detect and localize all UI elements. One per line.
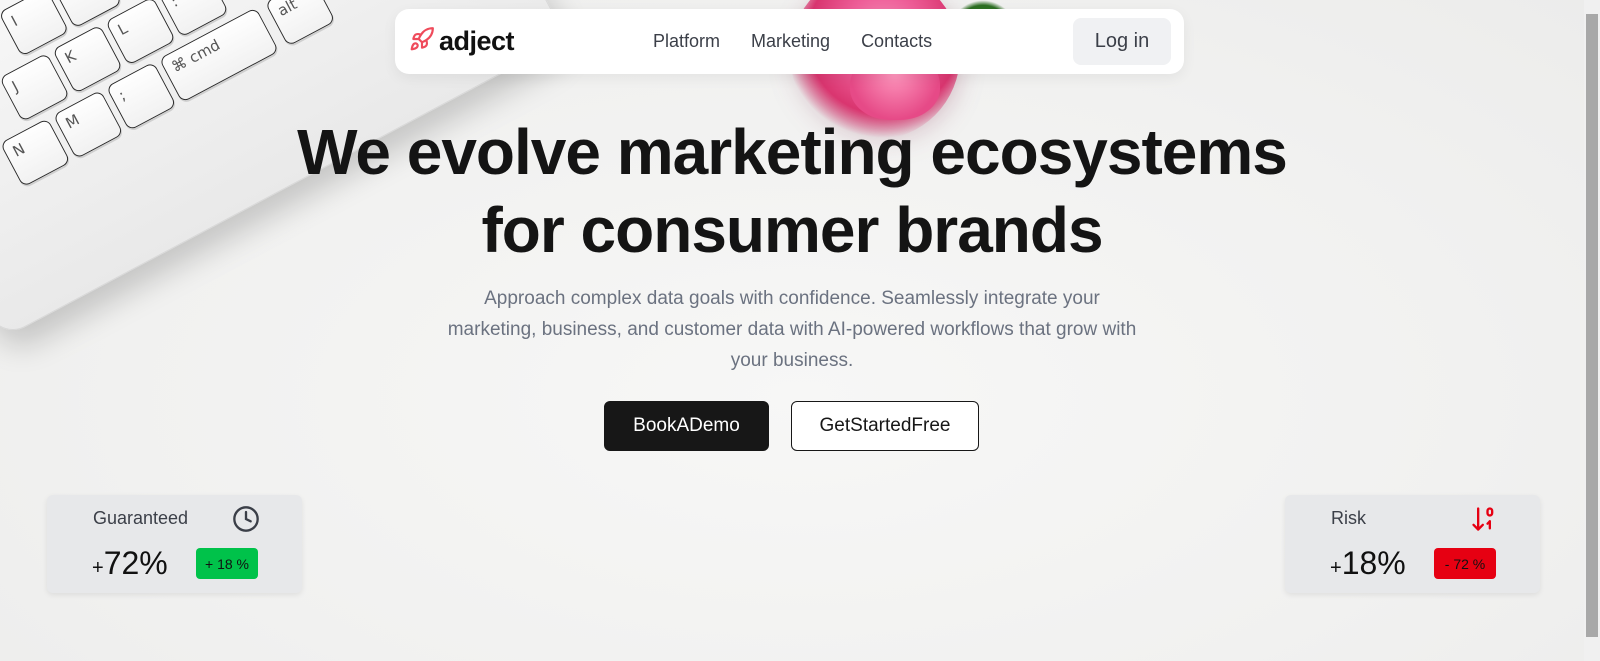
brand-name: adject <box>439 26 515 56</box>
stat-change-badge: - 72 % <box>1434 548 1496 579</box>
nav-links: Platform Marketing Contacts <box>653 9 932 74</box>
page-viewport: I O Ö J K L N M ; : ⌘ cmd @ alt adject <box>0 0 1600 661</box>
brand-logo-link[interactable]: adject <box>409 26 515 57</box>
sort-descending-icon <box>1470 505 1498 533</box>
top-navbar: adject Platform Marketing Contacts Log i… <box>395 9 1184 74</box>
hero-title-line-1: We evolve marketing ecosystems <box>297 116 1288 188</box>
page-scrollbar[interactable] <box>1584 0 1600 661</box>
get-started-free-button[interactable]: GetStartedFree <box>791 401 979 451</box>
hero-title-line-2: for consumer brands <box>481 194 1103 266</box>
clock-icon <box>232 505 260 533</box>
stat-label: Guaranteed <box>93 508 189 528</box>
hero-title: We evolve marketing ecosystems for consu… <box>0 113 1584 269</box>
nav-link-platform[interactable]: Platform <box>653 31 720 52</box>
book-demo-button[interactable]: BookADemo <box>604 401 769 451</box>
keyboard-key: alt <box>264 0 336 47</box>
stat-card-risk: Risk +18% - 72 % <box>1285 495 1540 593</box>
stat-card-guaranteed: Guaranteed +72% + 18 % <box>47 495 302 593</box>
stat-value: +72% <box>92 545 168 581</box>
nav-link-marketing[interactable]: Marketing <box>751 31 830 52</box>
stat-change-badge: + 18 % <box>196 548 258 579</box>
nav-link-contacts[interactable]: Contacts <box>861 31 932 52</box>
login-button[interactable]: Log in <box>1073 18 1171 65</box>
hero-subtitle: Approach complex data goals with confide… <box>447 288 1137 371</box>
stat-value: +18% <box>1330 545 1406 581</box>
scrollbar-thumb[interactable] <box>1586 14 1598 637</box>
stat-label: Risk <box>1331 508 1366 528</box>
rocket-icon <box>409 26 435 57</box>
